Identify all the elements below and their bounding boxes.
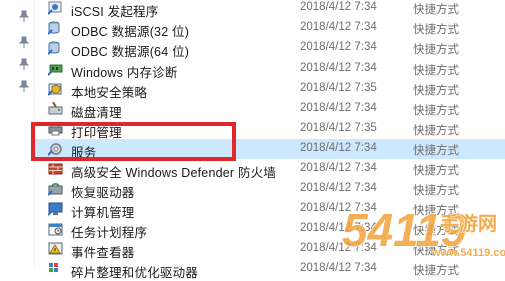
file-name: 碎片整理和优化驱动器 bbox=[71, 266, 199, 280]
file-date: 2018/4/12 7:34 bbox=[300, 182, 377, 194]
file-date: 2018/4/12 7:35 bbox=[300, 122, 377, 134]
iscsi-icon bbox=[47, 1, 64, 15]
pin-icon[interactable] bbox=[19, 36, 29, 48]
odbc-icon bbox=[47, 21, 64, 35]
file-date: 2018/4/12 7:34 bbox=[300, 162, 377, 174]
file-type: 快捷方式 bbox=[413, 105, 459, 117]
watermark-site-url: www.54119.com bbox=[431, 247, 505, 259]
file-type: 快捷方式 bbox=[413, 65, 459, 77]
file-type: 快捷方式 bbox=[413, 85, 459, 97]
highlight-annotation-box bbox=[31, 122, 236, 161]
memory-diagnostic-icon bbox=[47, 62, 64, 76]
file-type: 快捷方式 bbox=[413, 125, 459, 137]
odbc-icon bbox=[47, 41, 64, 55]
recovery-drive-icon bbox=[47, 182, 64, 196]
file-date: 2018/4/12 7:34 bbox=[300, 21, 377, 33]
file-row-odbc-64[interactable]: ODBC 数据源(64 位) 2018/4/12 7:34 快捷方式 bbox=[34, 38, 505, 59]
file-date: 2018/4/12 7:34 bbox=[300, 62, 377, 74]
file-type: 快捷方式 bbox=[413, 145, 459, 157]
defrag-icon bbox=[48, 262, 64, 276]
file-type: 快捷方式 bbox=[413, 4, 459, 16]
file-row-iscsi[interactable]: iSCSI 发起程序 2018/4/12 7:34 快捷方式 bbox=[34, 0, 505, 19]
navigation-pane bbox=[0, 0, 35, 267]
file-row-memory-diagnostic[interactable]: Windows 内存诊断 2018/4/12 7:34 快捷方式 bbox=[34, 59, 505, 80]
file-row-odbc-32[interactable]: ODBC 数据源(32 位) 2018/4/12 7:34 快捷方式 bbox=[34, 18, 505, 39]
computer-management-icon bbox=[47, 202, 64, 216]
file-name: ODBC 数据源(64 位) bbox=[71, 45, 190, 59]
event-viewer-icon bbox=[48, 242, 64, 256]
security-policy-icon bbox=[47, 82, 64, 96]
file-date: 2018/4/12 7:34 bbox=[300, 1, 377, 13]
file-row-firewall[interactable]: 高级安全 Windows Defender 防火墙 2018/4/12 7:34… bbox=[34, 159, 505, 180]
file-type: 快捷方式 bbox=[413, 44, 459, 56]
file-date: 2018/4/12 7:34 bbox=[300, 41, 377, 53]
pin-icon[interactable] bbox=[19, 80, 29, 92]
pin-icon[interactable] bbox=[19, 58, 29, 70]
file-date: 2018/4/12 7:34 bbox=[300, 142, 377, 154]
firewall-icon bbox=[48, 162, 64, 176]
file-row-security-policy[interactable]: 本地安全策略 2018/4/12 7:35 快捷方式 bbox=[34, 79, 505, 100]
file-type: 快捷方式 bbox=[413, 24, 459, 36]
task-scheduler-icon bbox=[48, 222, 64, 236]
file-type: 快捷方式 bbox=[413, 165, 459, 177]
file-row-disk-cleanup[interactable]: 磁盘清理 2018/4/12 7:34 快捷方式 bbox=[34, 99, 505, 120]
file-date: 2018/4/12 7:35 bbox=[300, 82, 377, 94]
site-watermark: 54119 手游网 www.54119.com bbox=[340, 196, 505, 267]
watermark-site-cn: 手游网 bbox=[440, 212, 497, 235]
disk-cleanup-icon bbox=[48, 101, 64, 116]
pin-icon[interactable] bbox=[19, 10, 29, 22]
file-date: 2018/4/12 7:34 bbox=[300, 102, 377, 114]
